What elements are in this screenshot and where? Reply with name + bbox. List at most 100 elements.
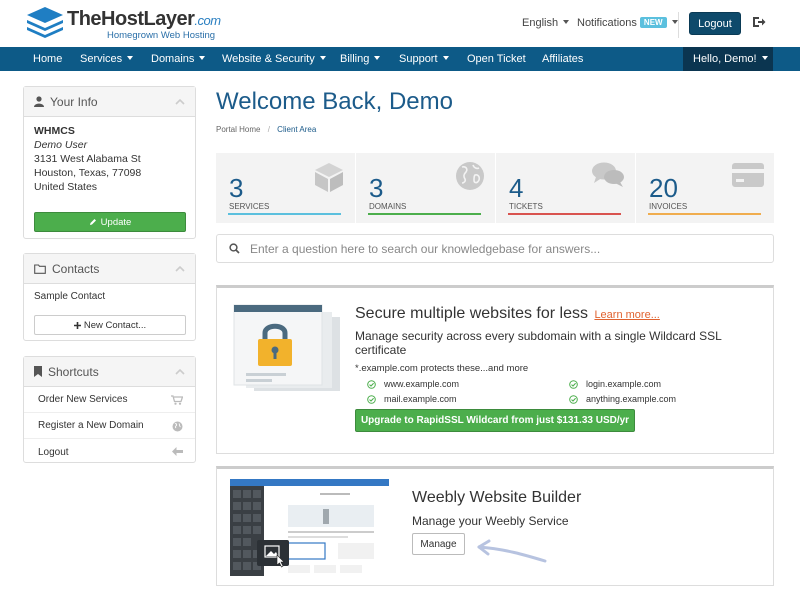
your-info-title: Your Info [50, 94, 98, 109]
nav-billing[interactable]: Billing [340, 47, 381, 71]
manage-button[interactable]: Manage [412, 533, 465, 555]
globe-icon [172, 421, 183, 432]
tile-label: Tickets [509, 202, 543, 211]
contacts-panel: Contacts Sample Contact New Contact... [23, 253, 196, 341]
nav-home[interactable]: Home [33, 47, 62, 71]
tile-bar [368, 213, 481, 215]
tile-domains[interactable]: 3 Domains [356, 153, 495, 223]
tile-invoices[interactable]: 20 Invoices [636, 153, 775, 223]
notifications-menu[interactable]: Notifications NEW [577, 17, 678, 29]
contacts-header[interactable]: Contacts [24, 254, 195, 284]
search-input[interactable]: Enter a question here to search our know… [250, 242, 600, 256]
credit-card-icon [732, 163, 764, 187]
shortcuts-panel: Shortcuts Order New Services Register a … [23, 356, 196, 463]
check-circle-icon [367, 395, 376, 404]
nav-support-label: Support [399, 53, 438, 65]
knowledgebase-search[interactable]: Enter a question here to search our know… [216, 234, 774, 263]
user-menu-label: Hello, Demo! [693, 53, 757, 65]
user-menu[interactable]: Hello, Demo! [683, 47, 773, 71]
your-info-body: WHMCS Demo User 3131 West Alabama St Hou… [24, 117, 195, 201]
promo-subtitle: Manage security across every subdomain w… [355, 329, 722, 357]
nav-affiliates[interactable]: Affiliates [542, 47, 583, 71]
chevron-down-icon [199, 56, 206, 60]
protected-domain: www.example.com [367, 379, 459, 389]
protected-domain: mail.example.com [367, 394, 457, 404]
search-icon [229, 243, 240, 254]
sign-out-icon[interactable] [752, 15, 766, 29]
chevron-down-icon [442, 56, 449, 60]
update-button-label: Update [100, 216, 132, 228]
main-nav: Home Services Domains Website & Security… [0, 47, 800, 71]
tile-tickets[interactable]: 4 Tickets [496, 153, 635, 223]
domain-label: login.example.com [586, 379, 662, 389]
stats-tiles: 3 Services 3 Domains 4 Tickets 20 Invoic… [216, 153, 774, 223]
promo-note: *.example.com protects these...and more [355, 363, 529, 374]
shortcut-order-services[interactable]: Order New Services [24, 387, 195, 413]
weebly-title: Weebly Website Builder [412, 489, 582, 506]
address-line2: Houston, Texas, 77098 [34, 167, 142, 179]
chevron-down-icon [374, 56, 381, 60]
shortcut-label: Register a New Domain [38, 420, 144, 431]
language-selector[interactable]: English [522, 17, 570, 29]
nav-website-security-label: Website & Security [222, 53, 315, 65]
shortcut-register-domain[interactable]: Register a New Domain [24, 413, 195, 439]
cube-icon [315, 163, 343, 192]
brand-logo-icon[interactable] [25, 6, 65, 40]
check-circle-icon [569, 380, 578, 389]
learn-more-link[interactable]: Learn more... [594, 309, 659, 321]
new-contact-button[interactable]: New Contact... [34, 315, 186, 335]
nav-website-security[interactable]: Website & Security [222, 47, 326, 71]
language-label: English [522, 17, 559, 29]
brand-name-text: TheHostLayer [67, 8, 195, 30]
arrow-left-icon [477, 539, 547, 563]
shortcut-label: Order New Services [38, 394, 128, 405]
folder-icon [34, 263, 46, 274]
chevron-down-icon [761, 56, 768, 60]
bookmark-icon [34, 366, 42, 377]
tile-label: Services [229, 202, 270, 211]
your-info-panel: Your Info WHMCS Demo User 3131 West Alab… [23, 86, 196, 239]
nav-open-ticket[interactable]: Open Ticket [467, 47, 526, 71]
check-circle-icon [367, 380, 376, 389]
plus-icon [73, 321, 81, 329]
shortcuts-header[interactable]: Shortcuts [24, 357, 195, 387]
comments-icon [592, 162, 624, 187]
tile-value: 3 [229, 173, 244, 203]
shortcuts-title: Shortcuts [48, 364, 99, 379]
nav-services[interactable]: Services [80, 47, 134, 71]
domain-label: mail.example.com [384, 394, 457, 404]
site-header: TheHostLayer.com Homegrown Web Hosting E… [0, 0, 800, 47]
tile-label: Domains [369, 202, 407, 211]
logout-button[interactable]: Logout [689, 12, 741, 35]
pencil-icon [89, 219, 96, 225]
tile-services[interactable]: 3 Services [216, 153, 355, 223]
arrow-left-icon [172, 447, 183, 456]
chevron-up-icon[interactable] [175, 265, 185, 272]
brand-name[interactable]: TheHostLayer.com [67, 8, 221, 31]
domain-label: www.example.com [384, 379, 460, 389]
address-line1: 3131 West Alabama St [34, 153, 141, 165]
chevron-up-icon[interactable] [175, 368, 185, 375]
chevron-down-icon [319, 56, 326, 60]
ssl-lock-illustration [233, 304, 340, 391]
tile-value: 20 [649, 173, 678, 203]
chevron-up-icon[interactable] [175, 98, 185, 105]
nav-domains[interactable]: Domains [151, 47, 206, 71]
chevron-down-icon [671, 20, 678, 24]
nav-support[interactable]: Support [399, 47, 449, 71]
protected-domain: anything.example.com [569, 394, 676, 404]
promo-title-text: Secure multiple websites for less [355, 305, 588, 322]
update-button[interactable]: Update [34, 212, 186, 232]
upgrade-ssl-button[interactable]: Upgrade to RapidSSL Wildcard from just $… [355, 409, 635, 432]
nav-domains-label: Domains [151, 53, 195, 65]
tile-bar [228, 213, 341, 215]
tile-value: 4 [509, 173, 524, 203]
tile-value: 3 [369, 173, 384, 203]
shortcut-logout[interactable]: Logout [24, 439, 195, 465]
breadcrumb-home[interactable]: Portal Home [216, 125, 260, 134]
domain-label: anything.example.com [586, 394, 677, 404]
contact-item[interactable]: Sample Contact [24, 284, 195, 309]
weebly-panel: Weebly Website Builder Manage your Weebl… [216, 466, 774, 586]
your-info-header[interactable]: Your Info [24, 87, 195, 117]
page-title: Welcome Back, Demo [216, 88, 453, 115]
